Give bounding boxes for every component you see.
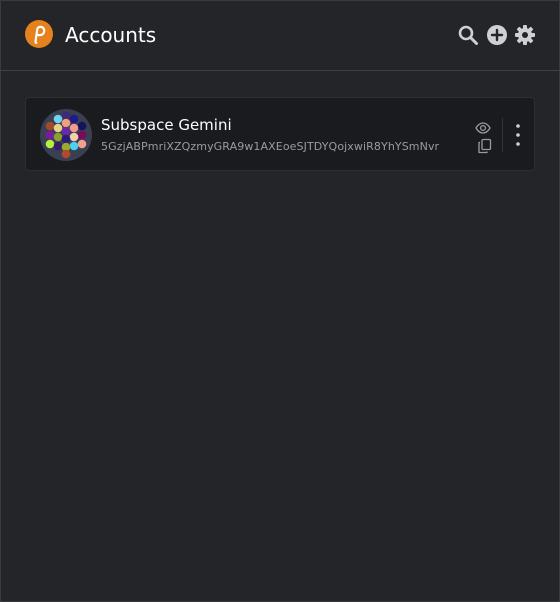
popup-frame — [0, 0, 560, 602]
account-card[interactable]: Subspace Gemini 5GzjABPmriXZQzmyGRA9w1AX… — [25, 97, 535, 171]
account-name: Subspace Gemini — [101, 116, 232, 134]
polkadot-logo-icon — [25, 20, 53, 48]
more-options-icon[interactable] — [511, 121, 525, 149]
account-identicon — [40, 109, 92, 161]
account-address: 5GzjABPmriXZQzmyGRA9w1AXEoeSJTDYQojxwiR8… — [101, 140, 440, 153]
copy-address-icon[interactable] — [477, 138, 493, 154]
page-title: Accounts — [65, 23, 157, 47]
show-eye-icon[interactable] — [475, 120, 491, 136]
header: Accounts — [0, 0, 560, 71]
card-divider — [502, 118, 503, 152]
search-icon[interactable] — [457, 24, 479, 46]
settings-gear-icon[interactable] — [514, 24, 536, 46]
add-account-icon[interactable] — [486, 24, 508, 46]
